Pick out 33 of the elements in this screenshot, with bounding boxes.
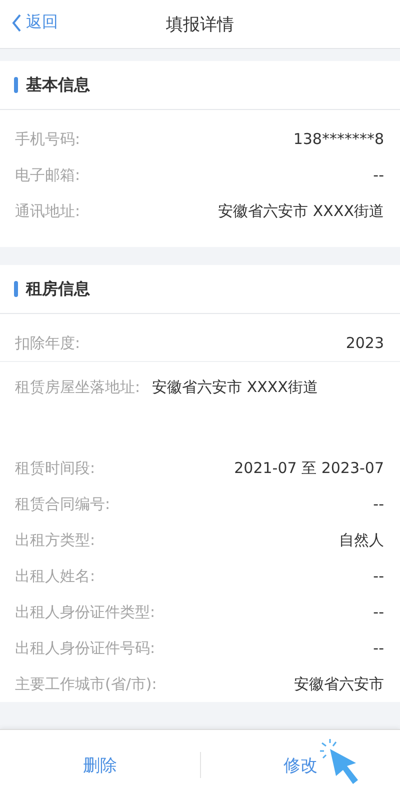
accent-bar-icon — [14, 281, 18, 297]
field-label: 租赁合同编号: — [15, 494, 110, 514]
field-value: 自然人 — [339, 530, 384, 550]
section-title: 基本信息 — [26, 74, 90, 96]
field-value: 安徽省六安市 XXXX街道 — [152, 377, 318, 398]
back-chevron-icon — [12, 14, 22, 32]
field-value: -- — [373, 639, 384, 657]
field-value: -- — [373, 495, 384, 513]
field-label: 出租人身份证件号码: — [15, 638, 156, 658]
field-label: 通讯地址: — [15, 202, 80, 220]
field-value: -- — [373, 166, 384, 184]
accent-bar-icon — [14, 77, 18, 93]
field-label: 租赁房屋坐落地址: — [15, 377, 140, 398]
edit-button[interactable]: 修改 — [200, 746, 400, 784]
field-value: 2021-07 至 2023-07 — [234, 458, 384, 478]
field-label: 电子邮箱: — [15, 166, 80, 184]
page-title: 填报详情 — [166, 14, 234, 36]
field-value: -- — [373, 567, 384, 585]
field-label: 手机号码: — [15, 130, 80, 148]
field-label: 出租人姓名: — [15, 566, 96, 586]
field-value: 安徽省六安市 — [294, 674, 384, 694]
field-label: 租赁时间段: — [15, 458, 96, 478]
delete-button[interactable]: 删除 — [0, 746, 200, 784]
section-title: 租房信息 — [26, 278, 90, 300]
field-label: 主要工作城市(省/市): — [15, 674, 157, 694]
field-value: 138*******8 — [293, 130, 384, 148]
field-value: -- — [373, 603, 384, 621]
field-label: 扣除年度: — [15, 334, 80, 352]
field-value: 2023 — [346, 334, 384, 352]
back-button[interactable]: 返回 — [12, 12, 58, 33]
field-label: 出租人身份证件类型: — [15, 602, 156, 622]
field-value: 安徽省六安市 XXXX街道 — [218, 202, 384, 220]
field-label: 出租方类型: — [15, 530, 96, 550]
